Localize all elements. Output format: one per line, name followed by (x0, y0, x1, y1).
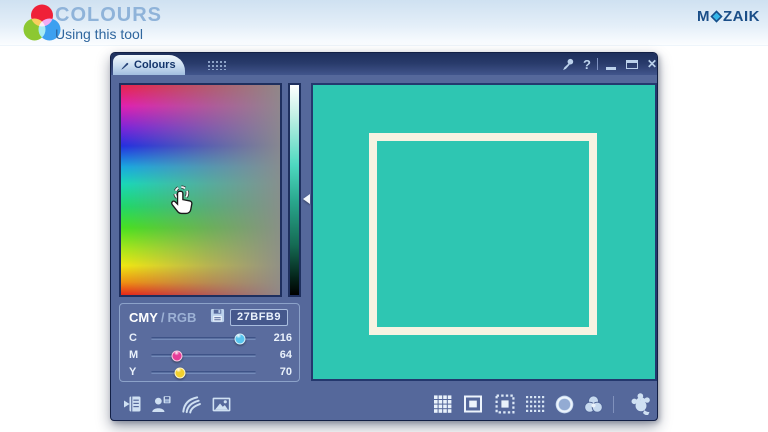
magenta-slider-row: M 64 (129, 348, 294, 363)
maximize-icon (626, 60, 638, 69)
titlebar[interactable]: Colours ? ✕ (111, 53, 657, 75)
paintbrush-icon (119, 60, 130, 71)
colour-circles-icon[interactable] (581, 392, 605, 416)
slider-knob[interactable] (174, 367, 185, 378)
colours-tool-window: Colours ? ✕ (110, 52, 658, 421)
tab-colours[interactable]: Colours (113, 55, 185, 75)
maximize-button[interactable] (623, 56, 641, 72)
image-icon[interactable] (209, 392, 233, 416)
hex-value-field[interactable]: 27BFB9 (230, 309, 288, 326)
drawing-canvas[interactable] (311, 83, 657, 381)
mozaik-logo: M ZAIK (697, 8, 760, 25)
page-title: COLOURS (55, 4, 162, 27)
toolbar (111, 389, 657, 421)
yellow-slider-row: Y 70 (129, 365, 294, 380)
grid-frame-icon[interactable] (493, 392, 517, 416)
minimize-button[interactable] (603, 56, 619, 72)
cyan-slider-row: C 216 (129, 331, 294, 346)
slider-label: C (129, 332, 137, 344)
brand-text-post: ZAIK (723, 8, 760, 25)
drag-handle-icon[interactable] (207, 60, 227, 70)
pin-icon[interactable] (559, 56, 577, 72)
slider-label: Y (129, 366, 136, 378)
slider-value: 70 (264, 366, 292, 378)
yellow-slider-track[interactable] (151, 371, 256, 374)
close-button[interactable]: ✕ (644, 56, 660, 72)
exercise-book-icon[interactable] (121, 392, 145, 416)
mode-separator: / (161, 310, 165, 325)
value-slider[interactable] (288, 83, 301, 297)
ellipse-tool-icon[interactable] (552, 392, 576, 416)
rainbow-icon[interactable] (179, 392, 203, 416)
minimize-icon (606, 67, 616, 70)
tab-label: Colours (134, 59, 176, 71)
slider-value: 64 (264, 349, 292, 361)
brand-text-pre: M (697, 8, 710, 25)
magenta-slider-track[interactable] (151, 354, 256, 357)
colour-value-panel: CMY / RGB 27BFB9 C (119, 303, 300, 382)
page: COLOURS Using this tool M ZAIK Colours (0, 0, 768, 432)
page-subtitle: Using this tool (55, 26, 143, 42)
user-save-icon[interactable] (149, 392, 173, 416)
cyan-slider-track[interactable] (151, 337, 256, 340)
slider-label: M (129, 349, 138, 361)
value-slider-marker[interactable] (303, 194, 310, 204)
slider-knob[interactable] (172, 350, 183, 361)
mode-rgb-label[interactable]: RGB (168, 310, 197, 325)
page-header: COLOURS Using this tool M ZAIK (0, 0, 768, 46)
titlebar-separator (597, 58, 598, 70)
slider-value: 216 (264, 332, 292, 344)
hand-tool-icon[interactable] (627, 392, 655, 416)
mode-cmy-label[interactable]: CMY (129, 310, 158, 325)
toolbar-separator (613, 396, 614, 413)
tap-cursor (167, 185, 201, 225)
help-button[interactable]: ? (579, 56, 595, 72)
colour-picker-field[interactable] (119, 83, 282, 297)
floppy-disk-icon[interactable] (210, 308, 225, 328)
dotted-grid-icon[interactable] (523, 392, 547, 416)
diamond-icon (710, 10, 722, 22)
filled-grid-icon[interactable] (431, 392, 455, 416)
slider-knob[interactable] (234, 333, 245, 344)
rectangle-tool-icon[interactable] (461, 392, 485, 416)
rectangle-shape[interactable] (369, 133, 597, 335)
